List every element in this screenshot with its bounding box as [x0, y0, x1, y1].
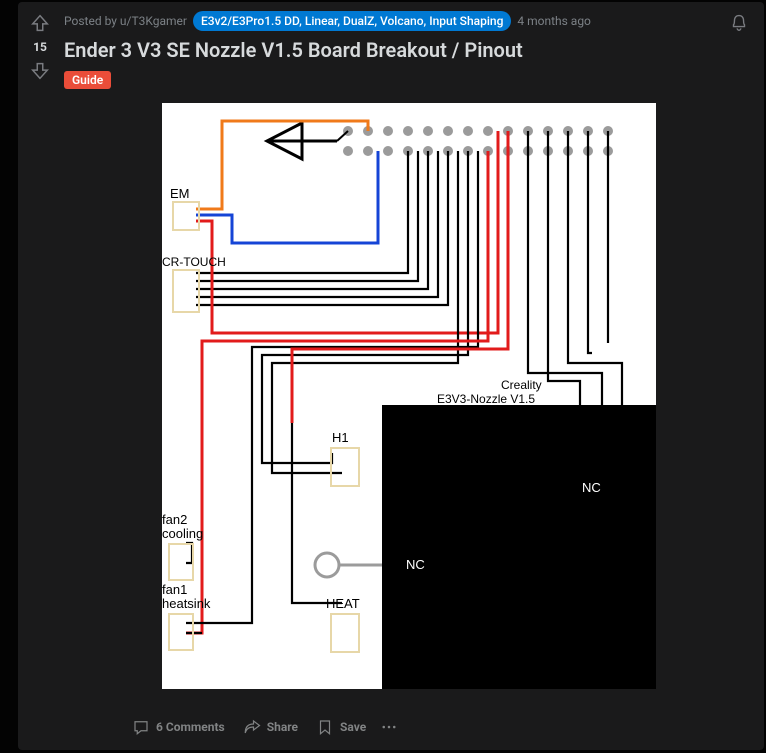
label-nc1: NC [406, 558, 425, 572]
posted-by-label: Posted by u/T3Kgamer [64, 13, 187, 29]
post-card: 15 Posted by u/T3Kgamer E3v2/E3Pro1.5 DD… [18, 2, 764, 750]
save-button[interactable]: Save [308, 712, 374, 742]
share-icon [243, 718, 261, 736]
author-link[interactable]: u/T3Kgamer [120, 14, 187, 28]
label-board1: Creality [501, 378, 542, 392]
post-main: Posted by u/T3Kgamer E3v2/E3Pro1.5 DD, L… [62, 2, 764, 750]
label-h1: H1 [332, 431, 349, 445]
post-title[interactable]: Ender 3 V3 SE Nozzle V1.5 Board Breakout… [64, 37, 754, 63]
port-crtouch [172, 269, 200, 313]
label-fan2b: cooling [162, 527, 203, 541]
port-fan1 [168, 613, 194, 651]
upvote-button[interactable] [29, 12, 51, 34]
port-fan2 [168, 543, 194, 581]
board-silhouette [382, 405, 656, 689]
user-flair-pill[interactable]: E3v2/E3Pro1.5 DD, Linear, DualZ, Volcano… [193, 11, 511, 31]
more-button[interactable] [376, 712, 402, 742]
comment-icon [132, 718, 150, 736]
post-time[interactable]: 4 months ago [517, 13, 591, 29]
label-heat: HEAT [326, 597, 360, 611]
label-board2: E3V3-Nozzle V1.5 [437, 392, 535, 406]
vote-score: 15 [33, 40, 47, 54]
label-nc2: NC [582, 481, 601, 495]
label-fan1a: fan1 [162, 583, 187, 597]
label-em: EM [170, 187, 190, 201]
comments-button[interactable]: 6 Comments [124, 712, 233, 742]
downvote-button[interactable] [29, 60, 51, 82]
port-heat [330, 613, 360, 653]
post-flair[interactable]: Guide [64, 71, 111, 89]
notify-bell-icon[interactable] [728, 11, 750, 33]
comments-label: 6 Comments [156, 720, 225, 734]
port-h1 [330, 447, 360, 487]
vote-column: 15 [18, 2, 62, 750]
ellipsis-icon [380, 718, 398, 736]
bookmark-icon [316, 718, 334, 736]
save-label: Save [340, 720, 366, 734]
label-fan2a: fan2 [162, 513, 187, 527]
port-em [172, 201, 200, 231]
share-label: Share [267, 720, 298, 734]
pinout-diagram: EM CR-TOUCH H1 fan2 cooling fan1 heatsin… [162, 103, 656, 689]
label-crtouch: CR-TOUCH [162, 255, 226, 269]
post-action-bar: 6 Comments Share Save [124, 708, 752, 746]
post-image-area[interactable]: EM CR-TOUCH H1 fan2 cooling fan1 heatsin… [64, 103, 754, 689]
label-fan1b: heatsink [162, 597, 210, 611]
share-button[interactable]: Share [235, 712, 306, 742]
post-meta: Posted by u/T3Kgamer E3v2/E3Pro1.5 DD, L… [64, 11, 754, 31]
